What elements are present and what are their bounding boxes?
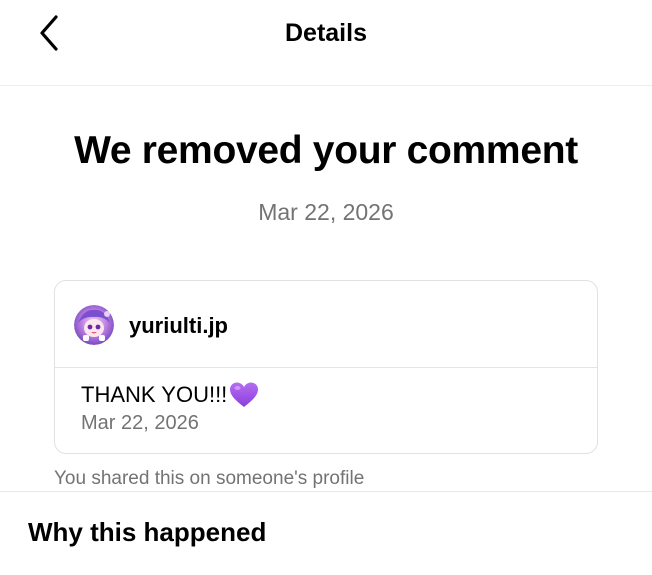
comment-date: Mar 22, 2026 — [81, 412, 199, 434]
comment-card: yuriulti.jp THANK YOU!!! Mar 22, 2026 — [54, 280, 598, 454]
avatar[interactable] — [74, 305, 114, 345]
comment-username[interactable]: yuriulti.jp — [129, 313, 228, 339]
page: Details We removed your comment Mar 22, … — [0, 0, 652, 575]
avatar-image — [74, 305, 114, 345]
section-divider — [0, 491, 652, 492]
shared-location-note: You shared this on someone's profile — [54, 468, 365, 489]
purple-heart-icon — [230, 382, 259, 407]
comment-card-header: yuriulti.jp — [55, 281, 597, 368]
comment-body: THANK YOU!!! — [81, 381, 259, 409]
removal-notice-title: We removed your comment — [74, 129, 578, 172]
nav-bar: Details — [0, 0, 652, 86]
comment-text: THANK YOU!!! — [81, 382, 228, 407]
why-this-happened-heading: Why this happened — [28, 517, 267, 547]
page-title: Details — [285, 19, 367, 47]
removal-date: Mar 22, 2026 — [258, 199, 394, 225]
